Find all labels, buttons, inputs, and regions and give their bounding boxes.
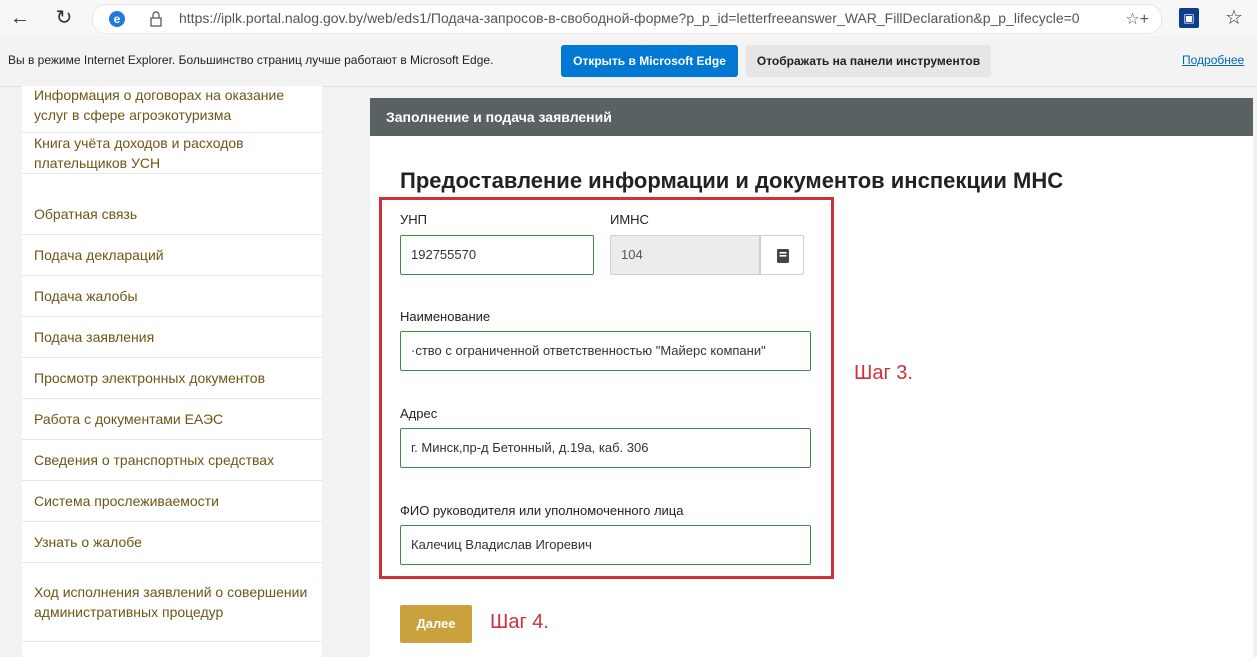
ie-mode-message: Вы в режиме Internet Explorer. Большинст…	[8, 53, 494, 67]
sidebar-item-edocuments[interactable]: Просмотр электронных документов	[22, 358, 322, 399]
ie-icon: e	[109, 11, 125, 27]
sidebar-menu: Информация о договорах на оказание услуг…	[22, 86, 322, 657]
imns-field: 104	[610, 235, 760, 275]
sidebar-item-complaint[interactable]: Подача жалобы	[22, 276, 322, 317]
panel-header: Заполнение и подача заявлений	[370, 98, 1253, 136]
open-in-edge-button[interactable]: Открыть в Microsoft Edge	[561, 45, 738, 77]
back-icon[interactable]: ←	[8, 6, 32, 30]
favorites-icon[interactable]: ☆	[1222, 6, 1246, 30]
head-field[interactable]: Калечиц Владислав Игоревич	[400, 525, 811, 565]
sidebar-item-traceability[interactable]: Система прослеживаемости	[22, 481, 322, 522]
address-label: Адрес	[400, 406, 438, 421]
address-field[interactable]: г. Минск,пр-д Бетонный, д.19а, каб. 306	[400, 428, 811, 468]
sidebar-item-complaint-status[interactable]: Узнать о жалобе	[22, 522, 322, 563]
lock-icon[interactable]	[149, 10, 163, 28]
sidebar-item-application[interactable]: Подача заявления	[22, 317, 322, 358]
address-bar[interactable]: e https://iplk.portal.nalog.gov.by/web/e…	[92, 4, 1162, 34]
ie-mode-bar: Вы в режиме Internet Explorer. Большинст…	[0, 36, 1257, 87]
show-in-toolbar-button[interactable]: Отображать на панели инструментов	[746, 45, 991, 77]
sidebar-item-vehicles[interactable]: Сведения о транспортных средствах	[22, 440, 322, 481]
unp-field[interactable]: 192755570	[400, 235, 594, 275]
refresh-icon[interactable]: ↻	[52, 6, 76, 30]
sidebar-item-usn-book[interactable]: Книга учёта доходов и расходов плательщи…	[22, 133, 322, 174]
favorites-add-icon[interactable]: ☆+	[1125, 9, 1149, 29]
name-field[interactable]: ·ство с ограниченной ответственностью "М…	[400, 331, 811, 371]
more-info-link[interactable]: Подробнее	[1182, 53, 1244, 67]
url-text[interactable]: https://iplk.portal.nalog.gov.by/web/eds…	[179, 10, 1080, 26]
next-button[interactable]: Далее	[400, 605, 472, 643]
extension-icon[interactable]: ▣	[1179, 8, 1199, 28]
sidebar-item-declarations[interactable]: Подача деклараций	[22, 235, 322, 276]
book-icon	[777, 249, 789, 263]
imns-label: ИМНС	[610, 212, 649, 227]
step4-annotation: Шаг 4.	[490, 611, 549, 633]
browser-toolbar: ← ↻ e https://iplk.portal.nalog.gov.by/w…	[0, 0, 1257, 37]
imns-lookup-button[interactable]	[760, 235, 804, 275]
form-panel: Заполнение и подача заявлений Предоставл…	[370, 98, 1253, 657]
head-label: ФИО руководителя или уполномоченного лиц…	[400, 503, 684, 518]
page-title: Предоставление информации и документов и…	[400, 168, 1064, 193]
step3-annotation: Шаг 3.	[854, 362, 913, 384]
sidebar-item-eaeu-docs[interactable]: Работа с документами ЕАЭС	[22, 399, 322, 440]
name-label: Наименование	[400, 309, 491, 324]
unp-label: УНП	[400, 212, 427, 227]
sidebar-item-admin-procedures[interactable]: Ход исполнения заявлений о совершении ад…	[22, 563, 322, 642]
sidebar-item-feedback[interactable]: Обратная связь	[22, 194, 322, 235]
sidebar-item-agroecotourism[interactable]: Информация о договорах на оказание услуг…	[22, 86, 322, 133]
